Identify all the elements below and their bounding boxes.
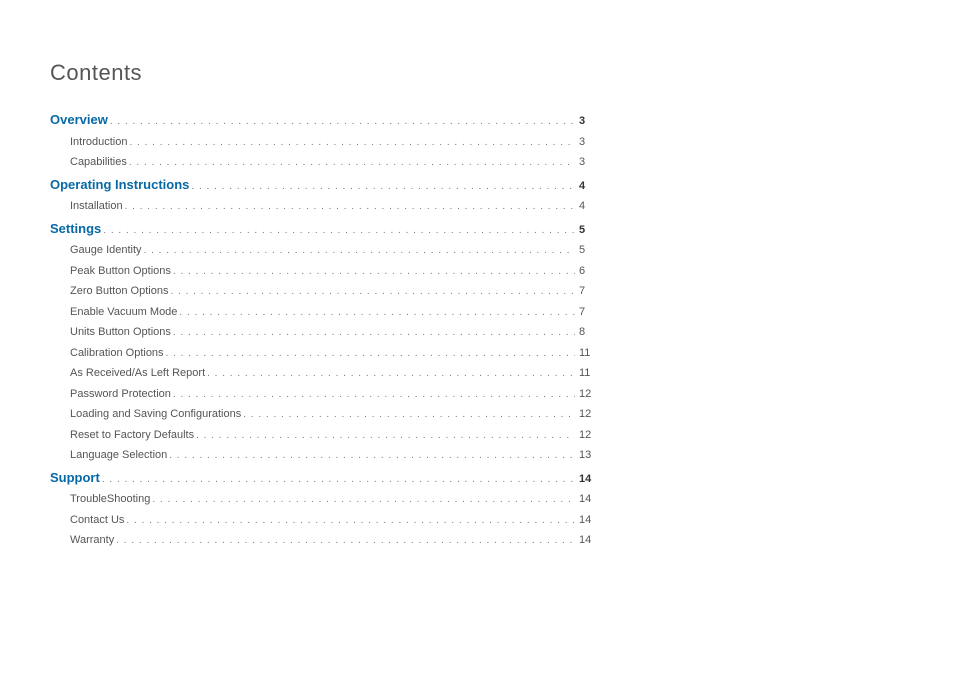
toc-section-operating-instructions[interactable]: Operating Instructions 4 bbox=[50, 175, 595, 195]
toc-item-warranty[interactable]: Warranty 14 bbox=[50, 532, 595, 549]
document-page: Contents Overview 3 Introduction 3 Capab… bbox=[0, 0, 954, 603]
toc-page-number: 12 bbox=[575, 427, 595, 444]
toc-item-troubleshooting[interactable]: TroubleShooting 14 bbox=[50, 491, 595, 508]
toc-leader-dots bbox=[114, 533, 575, 548]
toc-item-capabilities[interactable]: Capabilities 3 bbox=[50, 154, 595, 171]
toc-page-number: 3 bbox=[575, 154, 595, 171]
toc-page-number: 6 bbox=[575, 263, 595, 280]
toc-item-label: Gauge Identity bbox=[50, 242, 142, 259]
toc-page-number: 4 bbox=[575, 178, 595, 195]
toc-leader-dots bbox=[194, 428, 575, 443]
toc-item-calibration-options[interactable]: Calibration Options 11 bbox=[50, 345, 595, 362]
toc-leader-dots bbox=[123, 199, 575, 214]
toc-item-as-received-as-left-report[interactable]: As Received/As Left Report 11 bbox=[50, 365, 595, 382]
toc-leader-dots bbox=[124, 513, 575, 528]
toc-leader-dots bbox=[108, 114, 575, 129]
toc-page-number: 11 bbox=[575, 365, 595, 382]
toc-leader-dots bbox=[171, 325, 575, 340]
toc-leader-dots bbox=[167, 448, 575, 463]
toc-item-label: Enable Vacuum Mode bbox=[50, 304, 177, 321]
toc-item-label: Units Button Options bbox=[50, 324, 171, 341]
toc-item-label: Reset to Factory Defaults bbox=[50, 427, 194, 444]
toc-page-number: 5 bbox=[575, 242, 595, 259]
page-title: Contents bbox=[50, 60, 904, 86]
toc-leader-dots bbox=[101, 223, 575, 238]
toc-item-label: Language Selection bbox=[50, 447, 167, 464]
toc-leader-dots bbox=[171, 264, 575, 279]
toc-section-label: Settings bbox=[50, 219, 101, 239]
toc-section-settings[interactable]: Settings 5 bbox=[50, 219, 595, 239]
toc-item-label: Loading and Saving Configurations bbox=[50, 406, 241, 423]
toc-item-enable-vacuum-mode[interactable]: Enable Vacuum Mode 7 bbox=[50, 304, 595, 321]
toc-item-password-protection[interactable]: Password Protection 12 bbox=[50, 386, 595, 403]
toc-page-number: 3 bbox=[575, 134, 595, 151]
toc-section-label: Overview bbox=[50, 110, 108, 130]
toc-item-label: Peak Button Options bbox=[50, 263, 171, 280]
toc-item-peak-button-options[interactable]: Peak Button Options 6 bbox=[50, 263, 595, 280]
toc-page-number: 12 bbox=[575, 386, 595, 403]
toc-item-label: Contact Us bbox=[50, 512, 124, 529]
toc-page-number: 7 bbox=[575, 304, 595, 321]
toc-page-number: 14 bbox=[575, 471, 595, 488]
toc-item-label: As Received/As Left Report bbox=[50, 365, 205, 382]
toc-leader-dots bbox=[150, 492, 575, 507]
toc-page-number: 7 bbox=[575, 283, 595, 300]
toc-item-installation[interactable]: Installation 4 bbox=[50, 198, 595, 215]
toc-item-label: Introduction bbox=[50, 134, 127, 151]
toc-page-number: 14 bbox=[575, 491, 595, 508]
toc-page-number: 14 bbox=[575, 512, 595, 529]
toc-page-number: 5 bbox=[575, 222, 595, 239]
toc-leader-dots bbox=[142, 243, 575, 258]
toc-section-overview[interactable]: Overview 3 bbox=[50, 110, 595, 130]
toc-page-number: 12 bbox=[575, 406, 595, 423]
toc-item-contact-us[interactable]: Contact Us 14 bbox=[50, 512, 595, 529]
toc-page-number: 11 bbox=[575, 345, 595, 362]
toc-item-label: Warranty bbox=[50, 532, 114, 549]
toc-page-number: 13 bbox=[575, 447, 595, 464]
toc-leader-dots bbox=[127, 135, 575, 150]
toc-leader-dots bbox=[171, 387, 575, 402]
toc-leader-dots bbox=[164, 346, 575, 361]
toc-item-loading-saving-configurations[interactable]: Loading and Saving Configurations 12 bbox=[50, 406, 595, 423]
toc-page-number: 3 bbox=[575, 113, 595, 130]
toc-leader-dots bbox=[205, 366, 575, 381]
toc-item-gauge-identity[interactable]: Gauge Identity 5 bbox=[50, 242, 595, 259]
toc-leader-dots bbox=[177, 305, 575, 320]
toc-leader-dots bbox=[168, 284, 575, 299]
toc-page-number: 4 bbox=[575, 198, 595, 215]
toc-item-label: Password Protection bbox=[50, 386, 171, 403]
toc-item-label: Zero Button Options bbox=[50, 283, 168, 300]
toc-leader-dots bbox=[100, 472, 575, 487]
toc-page-number: 14 bbox=[575, 532, 595, 549]
toc-item-reset-factory-defaults[interactable]: Reset to Factory Defaults 12 bbox=[50, 427, 595, 444]
toc-item-zero-button-options[interactable]: Zero Button Options 7 bbox=[50, 283, 595, 300]
toc-section-label: Support bbox=[50, 468, 100, 488]
toc-page-number: 8 bbox=[575, 324, 595, 341]
toc-item-units-button-options[interactable]: Units Button Options 8 bbox=[50, 324, 595, 341]
toc-item-language-selection[interactable]: Language Selection 13 bbox=[50, 447, 595, 464]
toc-item-label: Installation bbox=[50, 198, 123, 215]
toc-item-label: Calibration Options bbox=[50, 345, 164, 362]
toc-leader-dots bbox=[241, 407, 575, 422]
toc-leader-dots bbox=[189, 179, 575, 194]
toc-item-introduction[interactable]: Introduction 3 bbox=[50, 134, 595, 151]
toc-item-label: TroubleShooting bbox=[50, 491, 150, 508]
toc-section-label: Operating Instructions bbox=[50, 175, 189, 195]
table-of-contents: Overview 3 Introduction 3 Capabilities 3… bbox=[50, 110, 595, 549]
toc-item-label: Capabilities bbox=[50, 154, 127, 171]
toc-section-support[interactable]: Support 14 bbox=[50, 468, 595, 488]
toc-leader-dots bbox=[127, 155, 575, 170]
